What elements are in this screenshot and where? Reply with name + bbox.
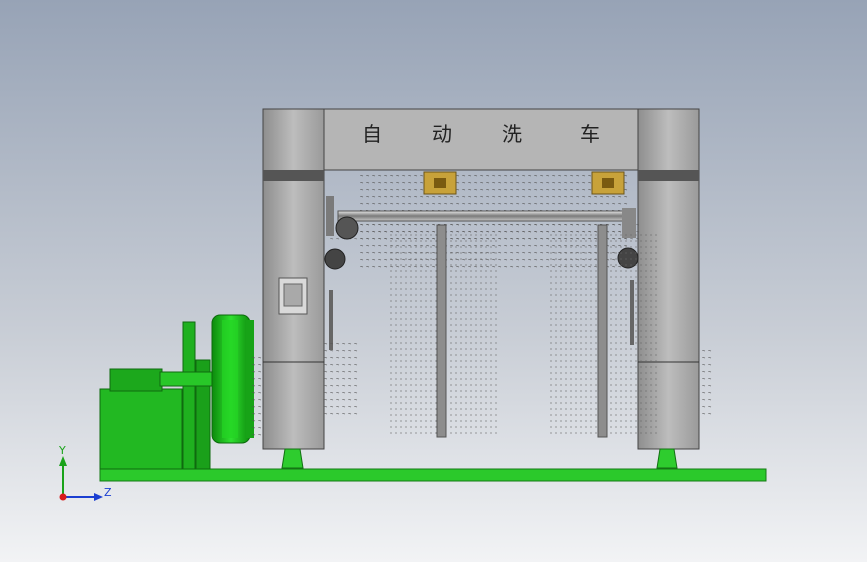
top-brush-shaft [337,210,625,222]
left-pillar [262,108,325,469]
base-rail [99,468,767,482]
banner-char-1: 自 [362,122,382,146]
banner-char-3: 洗 [502,122,522,146]
motor-assembly [99,314,254,470]
top-beam: 自 动 洗 车 [323,108,639,171]
left-vertical-brush [388,224,498,438]
cad-viewport[interactable]: 自 动 洗 车 Y Z [0,0,867,562]
banner-char-2: 动 [432,122,452,146]
z-axis-label: Z [104,486,112,499]
left-drive [324,196,359,350]
car-wash-model: 自 动 洗 车 Y Z [58,108,767,501]
motor-side-bristles [252,355,264,440]
z-axis-arrow-icon [94,493,103,501]
right-vertical-brush [549,224,659,438]
y-axis-arrow-icon [59,456,67,466]
left-side-bristles [324,340,360,420]
right-side-bristles [699,345,713,415]
banner-char-4: 车 [580,122,600,146]
y-axis-label: Y [58,444,66,457]
